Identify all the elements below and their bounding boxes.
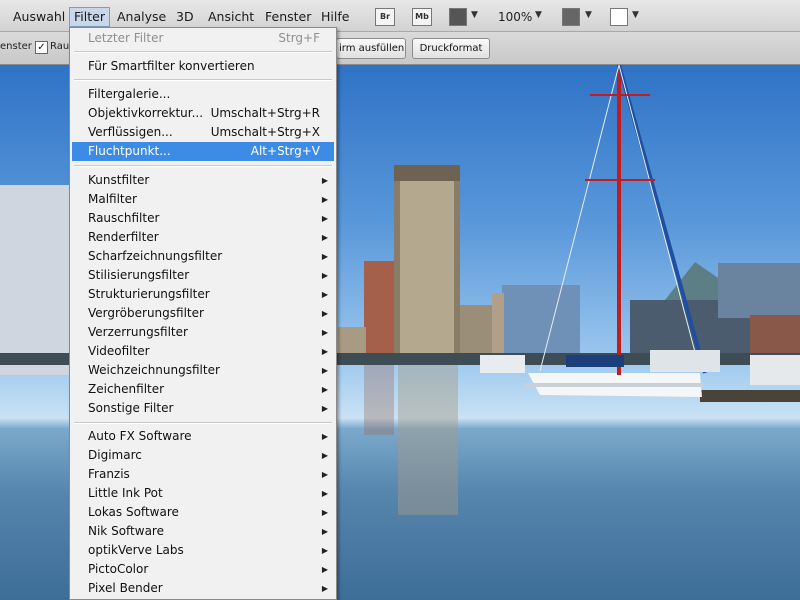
submenu-arrow-icon: ▶ — [321, 584, 328, 593]
chevron-down-icon[interactable]: ▼ — [585, 10, 592, 20]
submenu-arrow-icon: ▶ — [321, 271, 328, 280]
menu-item-last-filter: Letzter Filter Strg+F — [88, 31, 320, 45]
plugin-submenu-item[interactable]: Little Ink Pot ▶ — [70, 484, 336, 503]
submenu-item[interactable]: Malfilter ▶ — [70, 190, 336, 209]
menu-filter[interactable]: Filter — [69, 7, 110, 27]
menu-item-label: Pixel Bender — [88, 581, 163, 595]
submenu-arrow-icon: ▶ — [321, 565, 328, 574]
submenu-arrow-icon: ▶ — [321, 489, 328, 498]
menu-item-label: Strukturierungsfilter — [88, 287, 210, 301]
menu-separator — [74, 79, 332, 81]
menu-item-label: Little Ink Pot — [88, 486, 163, 500]
submenu-arrow-icon: ▶ — [321, 470, 328, 479]
screen-mode-icon[interactable] — [610, 8, 628, 26]
plugin-submenu-item[interactable]: Franzis ▶ — [70, 465, 336, 484]
menu-item-label: Lokas Software — [88, 505, 179, 519]
submenu-arrow-icon: ▶ — [321, 290, 328, 299]
menu-auswahl[interactable]: Auswahl — [9, 8, 69, 26]
menu-item-label: Verzerrungsfilter — [88, 325, 188, 339]
submenu-arrow-icon: ▶ — [321, 527, 328, 536]
menu-separator — [74, 165, 332, 167]
submenu-arrow-icon: ▶ — [321, 214, 328, 223]
menu-item-label: Sonstige Filter — [88, 401, 174, 415]
plugin-submenu-item[interactable]: optikVerve Labs ▶ — [70, 541, 336, 560]
submenu-item[interactable]: Renderfilter ▶ — [70, 228, 336, 247]
menu-item-label: PictoColor — [88, 562, 149, 576]
film-icon[interactable] — [449, 8, 467, 26]
submenu-arrow-icon: ▶ — [321, 432, 328, 441]
menu-item-smart-filter-convert[interactable]: Für Smartfilter konvertieren — [70, 57, 336, 76]
menu-item-label: Weichzeichnungsfilter — [88, 363, 220, 377]
submenu-arrow-icon: ▶ — [321, 366, 328, 375]
fill-screen-button[interactable]: irm ausfüllen — [336, 38, 406, 59]
menu-3d[interactable]: 3D — [172, 8, 198, 26]
plugin-submenu-item[interactable]: Digimarc ▶ — [70, 446, 336, 465]
filter-dropdown-menu: Letzter Filter Strg+F Für Smartfilter ko… — [69, 27, 337, 600]
submenu-item[interactable]: Sonstige Filter ▶ — [70, 399, 336, 418]
menu-analyse[interactable]: Analyse — [113, 8, 170, 26]
menu-item-label: Auto FX Software — [88, 429, 192, 443]
menu-item-label: Franzis — [88, 467, 130, 481]
checkbox-label: Rau — [50, 41, 70, 52]
submenu-arrow-icon: ▶ — [321, 195, 328, 204]
submenu-arrow-icon: ▶ — [321, 451, 328, 460]
submenu-arrow-icon: ▶ — [321, 404, 328, 413]
plugin-submenu-item[interactable]: Lokas Software ▶ — [70, 503, 336, 522]
zoom-level[interactable]: 100% — [498, 8, 532, 26]
submenu-item[interactable]: Kunstfilter ▶ — [70, 171, 336, 190]
menu-item-label: Nik Software — [88, 524, 164, 538]
menu-item-lens-correction[interactable]: Objektivkorrektur... Umschalt+Strg+R — [70, 104, 336, 123]
submenu-item[interactable]: Stilisierungsfilter ▶ — [70, 266, 336, 285]
plugin-submenu-item[interactable]: Pixel Bender ▶ — [70, 579, 336, 598]
menu-item-label: Kunstfilter — [88, 173, 150, 187]
checkbox[interactable]: ✓ — [35, 41, 48, 54]
menu-item-label: Renderfilter — [88, 230, 159, 244]
submenu-item[interactable]: Vergröberungsfilter ▶ — [70, 304, 336, 323]
submenu-arrow-icon: ▶ — [321, 546, 328, 555]
submenu-item[interactable]: Verzerrungsfilter ▶ — [70, 323, 336, 342]
menu-fenster[interactable]: Fenster — [261, 8, 315, 26]
submenu-arrow-icon: ▶ — [321, 252, 328, 261]
menu-separator — [74, 51, 332, 53]
submenu-item[interactable]: Rauschfilter ▶ — [70, 209, 336, 228]
menu-item-label: Scharfzeichnungsfilter — [88, 249, 223, 263]
print-size-button[interactable]: Druckformat — [412, 38, 490, 59]
plugin-submenu-item[interactable]: Nik Software ▶ — [70, 522, 336, 541]
menu-ansicht[interactable]: Ansicht — [204, 8, 258, 26]
menu-item-filter-gallery[interactable]: Filtergalerie... — [70, 85, 336, 104]
menu-hilfe[interactable]: Hilfe — [317, 8, 353, 26]
menu-item-label: Vergröberungsfilter — [88, 306, 204, 320]
submenu-arrow-icon: ▶ — [321, 309, 328, 318]
menu-item-label: Videofilter — [88, 344, 150, 358]
submenu-arrow-icon: ▶ — [321, 328, 328, 337]
submenu-item[interactable]: Videofilter ▶ — [70, 342, 336, 361]
menu-item-label: Stilisierungsfilter — [88, 268, 190, 282]
menu-item-label: Malfilter — [88, 192, 137, 206]
menu-item-label: Rauschfilter — [88, 211, 160, 225]
submenu-arrow-icon: ▶ — [321, 176, 328, 185]
mini-bridge-icon[interactable]: Mb — [412, 8, 432, 26]
submenu-item[interactable]: Weichzeichnungsfilter ▶ — [70, 361, 336, 380]
submenu-arrow-icon: ▶ — [321, 385, 328, 394]
submenu-item[interactable]: Scharfzeichnungsfilter ▶ — [70, 247, 336, 266]
bridge-icon[interactable]: Br — [375, 8, 395, 26]
menu-item-label: Digimarc — [88, 448, 142, 462]
submenu-item[interactable]: Zeichenfilter ▶ — [70, 380, 336, 399]
chevron-down-icon[interactable]: ▼ — [471, 10, 478, 20]
plugin-submenu-item[interactable]: PictoColor ▶ — [70, 560, 336, 579]
submenu-arrow-icon: ▶ — [321, 508, 328, 517]
arrange-documents-icon[interactable] — [562, 8, 580, 26]
chevron-down-icon[interactable]: ▼ — [535, 10, 542, 20]
menu-item-liquify[interactable]: Verflüssigen... Umschalt+Strg+X — [70, 123, 336, 142]
options-label: enster — [0, 41, 32, 52]
chevron-down-icon[interactable]: ▼ — [632, 10, 639, 20]
menu-item-label: optikVerve Labs — [88, 543, 184, 557]
submenu-item[interactable]: Strukturierungsfilter ▶ — [70, 285, 336, 304]
submenu-arrow-icon: ▶ — [321, 233, 328, 242]
menu-item-vanishing-point[interactable]: Fluchtpunkt... Alt+Strg+V — [72, 142, 334, 161]
plugin-submenu-item[interactable]: Auto FX Software ▶ — [70, 427, 336, 446]
menu-item-label: Zeichenfilter — [88, 382, 165, 396]
menu-separator — [74, 422, 332, 424]
submenu-arrow-icon: ▶ — [321, 347, 328, 356]
